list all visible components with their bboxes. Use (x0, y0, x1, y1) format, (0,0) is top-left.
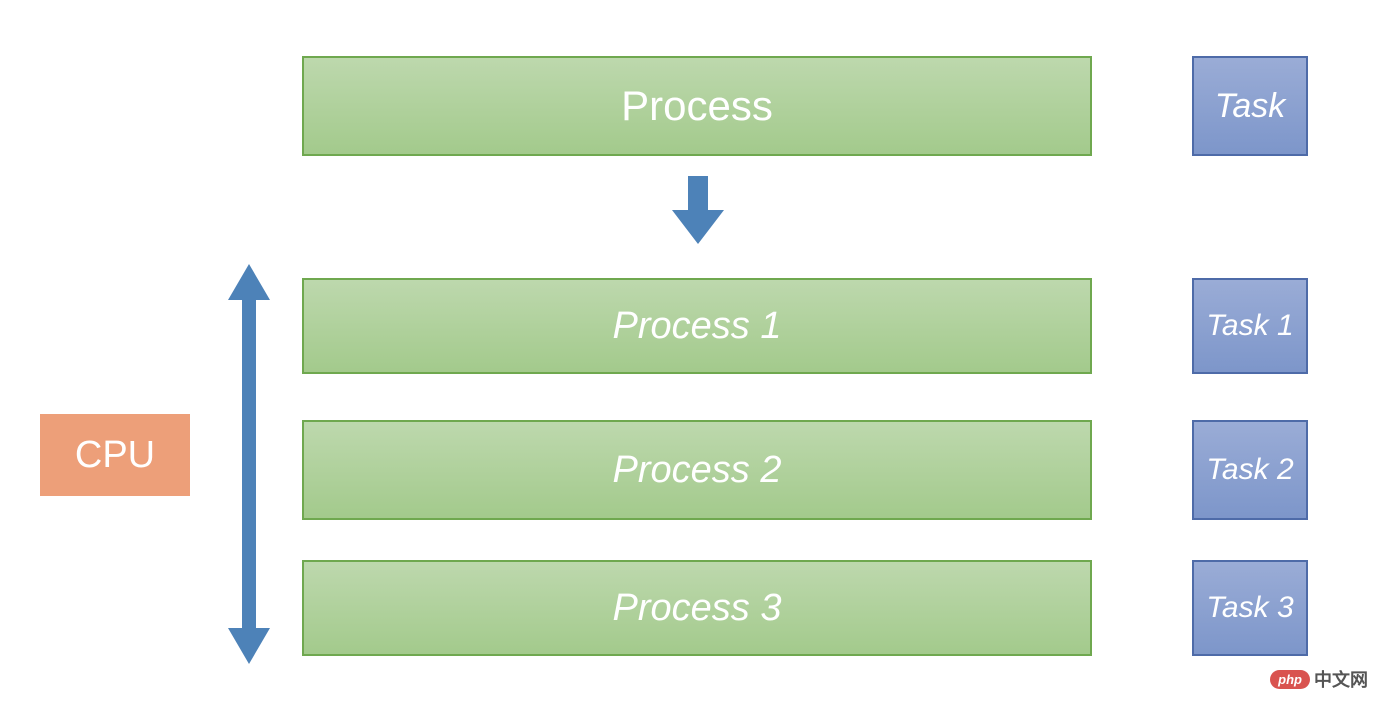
process-row-2: Process 2 (302, 420, 1092, 520)
process-row-3: Process 3 (302, 560, 1092, 656)
process-row-1-label: Process 1 (613, 305, 782, 348)
task-row-1-label: Task 1 (1206, 309, 1293, 343)
watermark-badge: php (1270, 670, 1310, 689)
process-row-3-label: Process 3 (613, 587, 782, 630)
task-top-label: Task (1215, 87, 1286, 126)
process-top-label: Process (621, 82, 773, 130)
watermark-text: 中文网 (1314, 666, 1368, 692)
process-row-1: Process 1 (302, 278, 1092, 374)
cpu-box: CPU (40, 414, 190, 496)
task-row-1: Task 1 (1192, 278, 1308, 374)
process-row-2-label: Process 2 (613, 449, 782, 492)
task-top-box: Task (1192, 56, 1308, 156)
task-row-3: Task 3 (1192, 560, 1308, 656)
process-top-box: Process (302, 56, 1092, 156)
arrow-down-icon (668, 170, 728, 250)
task-row-3-label: Task 3 (1206, 591, 1293, 625)
watermark: php 中文网 (1270, 666, 1368, 692)
task-row-2: Task 2 (1192, 420, 1308, 520)
double-arrow-vertical-icon (226, 264, 272, 664)
task-row-2-label: Task 2 (1206, 453, 1293, 487)
cpu-label: CPU (75, 434, 155, 477)
